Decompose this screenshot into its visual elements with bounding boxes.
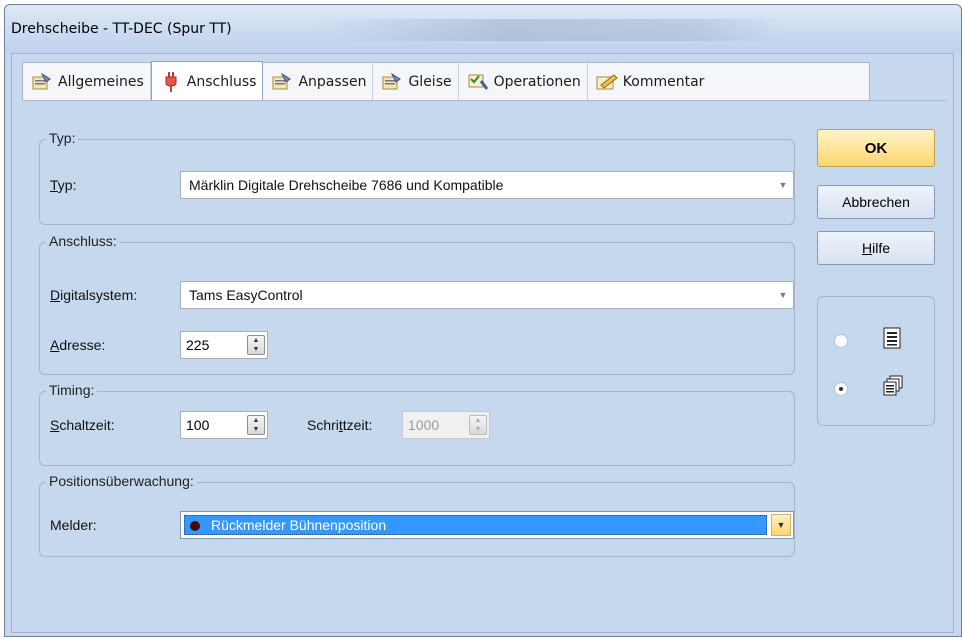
adresse-stepper[interactable]: 225 ▲ ▼ [180,331,268,359]
group-legend: Positionsüberwachung: [46,473,197,489]
digitalsystem-label: Digitalsystem: [50,287,138,303]
operations-icon [467,72,489,92]
group-legend: Timing: [46,382,98,398]
schaltzeit-stepper[interactable]: 100 ▲ ▼ [180,411,268,439]
typ-value: Märklin Digitale Drehscheibe 7686 und Ko… [189,177,504,193]
tab-label: Anpassen [298,73,367,90]
dialog-window: Drehscheibe - TT-DEC (Spur TT) Allgemein… [4,4,962,637]
view-cascade-radio[interactable] [834,382,848,396]
tab-label: Operationen [493,73,581,90]
digitalsystem-dropdown[interactable]: Tams EasyControl ▼ [180,281,794,309]
tab-label: Kommentar [622,73,705,90]
feedback-dot-icon [190,521,200,531]
schrittzeit-value: 1000 [408,417,440,433]
cascade-view-icon [882,375,904,400]
help-button[interactable]: Hilfe [817,231,935,265]
schaltzeit-value: 100 [186,417,210,433]
digitalsystem-value: Tams EasyControl [189,287,303,303]
typ-dropdown[interactable]: Märklin Digitale Drehscheibe 7686 und Ko… [180,171,794,199]
tab-label: Gleise [408,73,452,90]
schaltzeit-label: Schaltzeit: [50,417,115,433]
view-options-group [817,296,935,426]
chevron-down-icon[interactable]: ▼ [773,172,793,198]
tab-allgemeines[interactable]: Allgemeines [23,63,151,100]
melder-value: Rückmelder Bühnenposition [211,517,387,533]
properties-icon [31,72,53,92]
adresse-label: Adresse: [50,337,106,353]
tab-kommentar[interactable]: Kommentar [588,63,711,100]
chevron-down-icon[interactable]: ▼ [773,282,793,308]
melder-dropdown[interactable]: Rückmelder Bühnenposition ▼ [180,511,794,539]
comment-icon [596,72,618,92]
cancel-label: Abbrechen [842,194,910,210]
cancel-button[interactable]: Abbrechen [817,185,935,219]
group-legend: Anschluss: [46,233,120,249]
chevron-down-icon[interactable]: ▼ [771,514,791,536]
title-bar[interactable]: Drehscheibe - TT-DEC (Spur TT) [5,5,961,53]
view-list-radio[interactable] [834,334,848,348]
dialog-client: Allgemeines Anschluss Anpassen Gleise Op… [11,53,954,633]
help-label: Hilfe [861,240,891,256]
ok-button[interactable]: OK [817,129,935,167]
tab-anpassen[interactable]: Anpassen [263,63,374,100]
stepper-arrows-icon[interactable]: ▲ ▼ [247,335,265,355]
properties-icon [381,72,403,92]
melder-label: Melder: [50,517,97,533]
properties-icon [271,72,293,92]
window-title: Drehscheibe - TT-DEC (Spur TT) [11,21,232,37]
schrittzeit-label: Schrittzeit: [307,417,373,433]
group-legend: Typ: [46,130,79,146]
title-bar-blur [315,19,785,41]
tab-content-anschluss: Typ: Typ: Märklin Digitale Drehscheibe 7… [22,100,947,625]
stepper-arrows-icon: ▲ ▼ [469,415,487,435]
tab-strip: Allgemeines Anschluss Anpassen Gleise Op… [22,61,870,101]
tab-operationen[interactable]: Operationen [459,63,588,100]
schrittzeit-stepper: 1000 ▲ ▼ [402,411,490,439]
stepper-arrows-icon[interactable]: ▲ ▼ [247,415,265,435]
list-view-icon [882,327,902,352]
typ-label: Typ: [50,177,77,193]
tab-anschluss[interactable]: Anschluss [150,61,264,101]
tab-label: Allgemeines [58,73,144,90]
ok-label: OK [864,139,888,157]
tab-gleise[interactable]: Gleise [373,63,459,100]
plug-icon [160,71,182,92]
adresse-value: 225 [186,337,210,353]
tab-label: Anschluss [186,73,257,90]
